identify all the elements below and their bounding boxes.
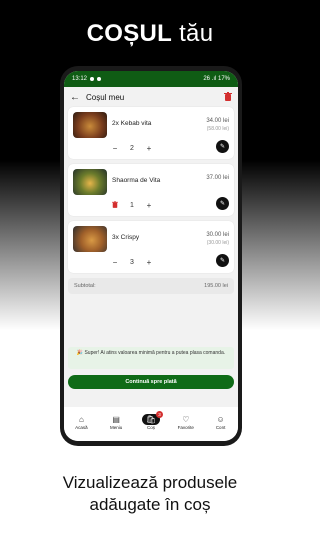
shopping-bag-icon: 🛍 3 [141,411,163,425]
minimum-order-notice: 🎉 Super! Ai atins valoarea minimă pentru… [68,347,234,369]
headline-rest: tău [172,20,214,47]
continue-to-payment-button[interactable]: Continuă spre plată [68,375,234,389]
nav-label: Favorite [177,425,194,430]
product-price: 37.00 lei [206,174,229,182]
cart-count-badge: 3 [155,411,163,418]
edit-pencil-icon[interactable]: ✎ [216,254,229,267]
quantity-value: 2 [130,145,134,152]
product-image-crispy [73,226,107,252]
nav-item-home[interactable]: ⌂ Acasă [66,414,96,430]
remove-item-trash-icon[interactable] [110,201,120,210]
status-indicators: 26 .ıl 17% [203,76,230,82]
cart-item: 2x Kebab vita 34.00 lei (58.00 lei) − 2 … [68,107,234,159]
price-original: (58.00 lei) [206,126,229,132]
cart-item: Shaorma de Vita 37.00 lei 1 + ✎ [68,164,234,216]
user-icon: ☺ [216,415,225,424]
quantity-stepper: 1 + [110,201,154,210]
increase-button[interactable]: + [144,258,154,267]
price-current: 37.00 lei [206,175,229,181]
status-time: 13:12 [72,76,88,82]
nav-item-favorites[interactable]: ♡ Favorite [171,414,201,430]
quantity-value: 1 [130,202,134,209]
app-screen: 13:12 26 .ıl 17% ← Coșul meu 2x Kebab vi… [64,71,238,441]
nav-label: Meniu [110,425,123,430]
status-bar: 13:12 26 .ıl 17% [64,71,238,87]
product-name: 2x Kebab vita [112,120,152,127]
quantity-stepper: − 2 + [110,144,154,153]
clear-cart-trash-icon[interactable] [224,88,232,106]
price-current: 30.00 lei [206,232,229,238]
page-title: Coșul meu [86,92,125,102]
promo-headline: COȘUL tău [0,20,300,48]
quantity-stepper: − 3 + [110,258,154,267]
headline-bold: COȘUL [86,20,173,47]
nav-label: Cont [215,425,226,430]
app-bar: ← Coșul meu [64,87,238,107]
product-price: 30.00 lei (30.00 lei) [206,231,229,247]
cart-item: 3x Crispy 30.00 lei (30.00 lei) − 3 + ✎ [68,221,234,273]
subtotal-value: 195.00 lei [204,283,228,289]
phone-frame: 13:12 26 .ıl 17% ← Coșul meu 2x Kebab vi… [60,66,242,446]
menu-book-icon: ▤ [112,415,120,424]
price-current: 34.00 lei [206,118,229,124]
product-name: Shaorma de Vita [112,177,161,184]
product-image-kebab [73,112,107,138]
promo-caption: Vizualizează produsele adăugate în coș [0,472,300,516]
nav-label: Acasă [75,425,88,430]
decrease-button[interactable]: − [110,144,120,153]
increase-button[interactable]: + [144,201,154,210]
nav-item-account[interactable]: ☺ Cont [206,414,236,430]
quantity-value: 3 [130,259,134,266]
product-price: 34.00 lei (58.00 lei) [206,117,229,133]
back-arrow-icon[interactable]: ← [70,92,82,103]
subtotal-label: Subtotal: [74,283,96,289]
notification-icon [90,77,95,81]
price-original: (30.00 lei) [206,240,229,246]
subtotal-row: Subtotal: 195.00 lei [68,278,234,294]
product-name: 3x Crispy [112,234,140,241]
notification-icon [97,77,102,81]
nav-label: Coș [146,425,155,430]
caption-line-2: adăugate în coș [89,495,211,514]
heart-icon: ♡ [182,415,190,424]
nav-item-cart[interactable]: 🛍 3 Coș [136,411,166,430]
edit-pencil-icon[interactable]: ✎ [216,140,229,153]
decrease-button[interactable]: − [110,258,120,267]
nav-item-menu[interactable]: ▤ Meniu [101,414,131,430]
home-icon: ⌂ [78,415,84,424]
edit-pencil-icon[interactable]: ✎ [216,197,229,210]
caption-line-1: Vizualizează produsele [62,473,238,492]
bottom-nav: ⌂ Acasă ▤ Meniu 🛍 3 Coș ♡ Favorite ☺ Cont [64,407,238,441]
product-image-shaorma [73,169,107,195]
increase-button[interactable]: + [144,144,154,153]
